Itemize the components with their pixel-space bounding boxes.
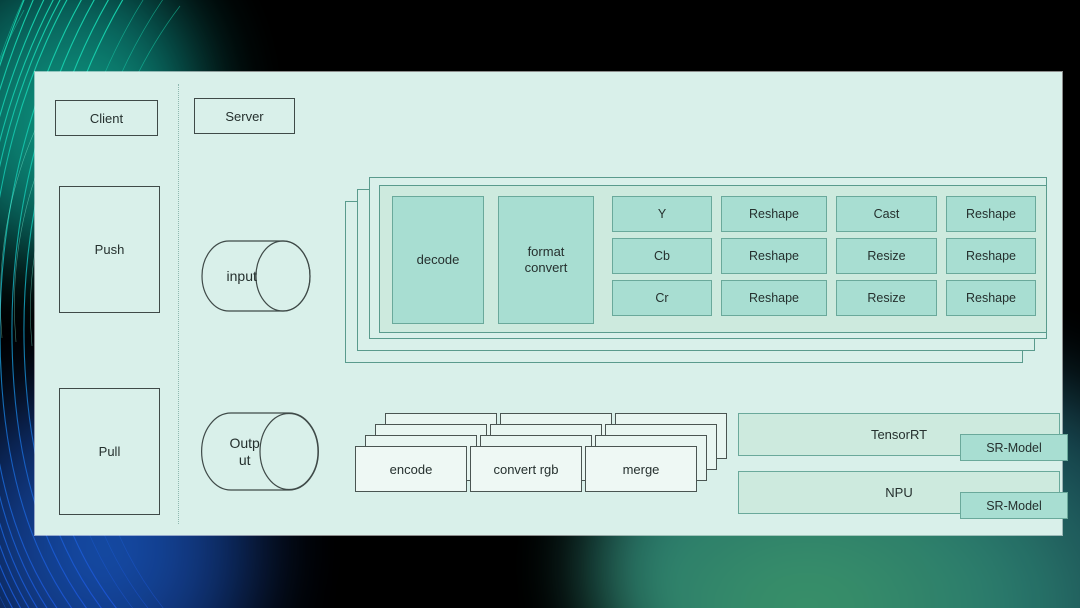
grid-label-r2c2: Resize <box>867 291 906 305</box>
npu-label: NPU <box>885 485 913 500</box>
input-queue-label-wrap: input <box>201 240 282 312</box>
architecture-panel: Client Server Push Pull input Outp ut de… <box>35 72 1068 535</box>
grid-cell-r1c1: Reshape <box>721 238 827 274</box>
push-label: Push <box>94 242 125 257</box>
decode-cell: decode <box>392 196 484 324</box>
input-queue-label: input <box>226 267 257 284</box>
output-queue-label-line1: Outp <box>229 435 260 452</box>
merge-face: merge <box>585 446 697 492</box>
pull-box: Pull <box>59 388 160 515</box>
merge-stack: merge <box>585 402 735 492</box>
grid-label-r0c3: Reshape <box>965 207 1017 221</box>
grid-label-r2c0: Cr <box>655 291 669 305</box>
convert-rgb-face: convert rgb <box>470 446 582 492</box>
grid-cell-r2c2: Resize <box>836 280 937 316</box>
npu-sr-model-badge: SR-Model <box>960 492 1068 519</box>
format-convert-line1: format <box>527 243 565 259</box>
format-convert-cell: format convert <box>498 196 594 324</box>
grid-cell-r1c3: Reshape <box>946 238 1036 274</box>
grid-cell-r2c0: Cr <box>612 280 712 316</box>
grid-cell-r1c2: Resize <box>836 238 937 274</box>
input-queue-cylinder: input <box>201 240 311 312</box>
grid-cell-r2c1: Reshape <box>721 280 827 316</box>
tensorrt-label: TensorRT <box>870 427 928 442</box>
tensorrt-sr-model-badge: SR-Model <box>960 434 1068 461</box>
encode-label: encode <box>389 461 433 477</box>
merge-label: merge <box>622 461 660 477</box>
output-queue-label-line2: ut <box>238 451 251 468</box>
grid-cell-r2c3: Reshape <box>946 280 1036 316</box>
grid-cell-r0c2: Cast <box>836 196 937 232</box>
encode-face: encode <box>355 446 467 492</box>
decode-label: decode <box>416 251 460 267</box>
grid-label-r2c3: Reshape <box>965 291 1017 305</box>
grid-label-r0c1: Reshape <box>748 207 800 221</box>
output-queue-label-wrap: Outp ut <box>201 412 288 491</box>
grid-cell-r0c3: Reshape <box>946 196 1036 232</box>
grid-label-r1c0: Cb <box>654 249 670 263</box>
server-label: Server <box>225 108 264 124</box>
format-convert-line2: convert <box>524 260 568 275</box>
pipeline-front-card: decode format convert Y Reshape Cast Res… <box>379 185 1047 333</box>
format-convert-label: format convert <box>525 244 568 277</box>
pull-label: Pull <box>98 444 121 459</box>
grid-label-r0c2: Cast <box>873 207 900 221</box>
slide-canvas: Client Server Push Pull input Outp ut de… <box>0 0 1080 608</box>
client-label: Client <box>89 110 124 126</box>
grid-cell-r0c0: Y <box>612 196 712 232</box>
output-queue-cylinder: Outp ut <box>201 412 319 491</box>
npu-sr-model-label: SR-Model <box>986 498 1042 513</box>
server-label-box: Server <box>194 98 295 134</box>
convert-rgb-label: convert rgb <box>493 461 559 477</box>
grid-label-r2c1: Reshape <box>748 291 800 305</box>
push-box: Push <box>59 186 160 313</box>
client-server-divider <box>178 84 179 524</box>
tensorrt-sr-model-label: SR-Model <box>986 440 1042 455</box>
preprocess-pipeline-stack: decode format convert Y Reshape Cast Res… <box>345 177 1047 363</box>
grid-label-r1c3: Reshape <box>965 249 1017 263</box>
grid-cell-r0c1: Reshape <box>721 196 827 232</box>
grid-label-r1c1: Reshape <box>748 249 800 263</box>
grid-label-r1c2: Resize <box>867 249 906 263</box>
grid-label-r0c0: Y <box>657 207 667 221</box>
grid-cell-r1c0: Cb <box>612 238 712 274</box>
client-label-box: Client <box>55 100 158 136</box>
